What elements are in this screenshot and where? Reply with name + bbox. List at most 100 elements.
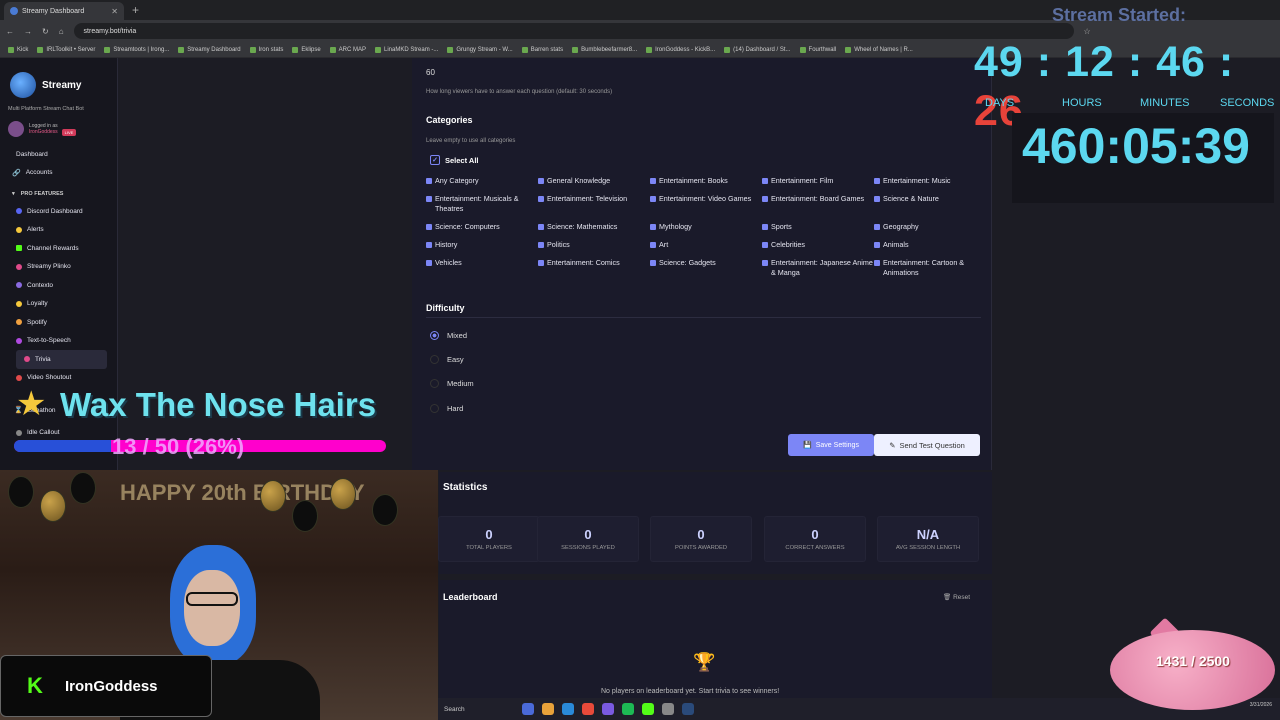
category-checkbox[interactable]: Entertainment: Comics	[538, 258, 650, 278]
bookmark-label: Fourthwall	[808, 46, 837, 53]
gift-icon	[16, 245, 22, 252]
select-all-checkbox[interactable]: ✓ Select All	[430, 155, 479, 165]
difficulty-radio-hard[interactable]: Hard	[430, 404, 463, 413]
category-checkbox[interactable]: Entertainment: Video Games	[650, 194, 762, 214]
category-checkbox[interactable]: Celebrities	[762, 240, 874, 250]
bookmark[interactable]: Streamtoots | Irong...	[104, 46, 169, 53]
taskbar-search[interactable]: Search	[444, 706, 514, 713]
checkbox-checked-icon	[650, 242, 656, 248]
category-checkbox[interactable]: Entertainment: Books	[650, 176, 762, 186]
reset-button[interactable]: 🗑 Reset	[943, 593, 970, 601]
category-checkbox[interactable]: Entertainment: Music	[874, 176, 986, 186]
sidebar-item-alerts[interactable]: Alerts	[0, 221, 117, 240]
sidebar-item-discord[interactable]: Discord Dashboard	[0, 202, 117, 221]
bookmark[interactable]: Bumblebeefarmer8...	[572, 46, 637, 53]
category-checkbox[interactable]: Politics	[538, 240, 650, 250]
pro-features-header[interactable]: ▾ PRO FEATURES	[0, 186, 117, 202]
category-checkbox[interactable]: Entertainment: Cartoon & Animations	[874, 258, 986, 278]
category-checkbox[interactable]: Mythology	[650, 222, 762, 232]
sidebar-item-tts[interactable]: Text-to-Speech	[0, 332, 117, 351]
steam-icon[interactable]	[682, 703, 694, 715]
tab-title: Streamy Dashboard	[22, 7, 85, 15]
folder-icon[interactable]	[542, 703, 554, 715]
sidebar-item-trivia[interactable]: Trivia	[16, 350, 107, 369]
bookmark[interactable]: Wheel of Names | R...	[845, 46, 913, 53]
difficulty-title: Difficulty	[426, 303, 465, 313]
category-checkbox[interactable]: Entertainment: Japanese Anime & Manga	[762, 258, 874, 278]
kick-taskbar-icon[interactable]	[642, 703, 654, 715]
leaderboard-empty-message: No players on leaderboard yet. Start tri…	[601, 688, 780, 695]
difficulty-radio-medium[interactable]: Medium	[430, 379, 474, 388]
star-icon[interactable]: ☆	[1084, 27, 1091, 36]
file-explorer-icon[interactable]	[522, 703, 534, 715]
browser-tab[interactable]: Streamy Dashboard ✕	[4, 2, 124, 20]
bookmark[interactable]: IRLToolkit • Server	[37, 46, 95, 53]
difficulty-radio-easy[interactable]: Easy	[430, 355, 464, 364]
reload-icon[interactable]: ↻	[42, 27, 49, 36]
category-checkbox[interactable]: Art	[650, 240, 762, 250]
bookmark[interactable]: LinaMKD Stream -...	[375, 46, 438, 53]
bookmark[interactable]: Fourthwall	[799, 46, 837, 53]
category-checkbox[interactable]: Science: Gadgets	[650, 258, 762, 278]
sidebar-item-spotify[interactable]: Spotify	[0, 313, 117, 332]
checkbox-checked-icon	[538, 242, 544, 248]
save-label: Save Settings	[815, 441, 859, 449]
sidebar-item-dashboard[interactable]: Dashboard	[0, 145, 117, 164]
category-checkbox[interactable]: Science & Nature	[874, 194, 986, 214]
edge-icon[interactable]	[562, 703, 574, 715]
brand[interactable]: Streamy	[0, 58, 117, 100]
sidebar-item-accounts[interactable]: 🔗 Accounts	[0, 164, 117, 183]
category-checkbox[interactable]: Geography	[874, 222, 986, 232]
save-settings-button[interactable]: 💾 Save Settings	[788, 434, 874, 456]
difficulty-label: Easy	[447, 355, 464, 364]
category-checkbox[interactable]: Entertainment: Board Games	[762, 194, 874, 214]
glasses	[186, 592, 238, 606]
forward-icon[interactable]: →	[24, 27, 32, 36]
home-icon[interactable]: ⌂	[59, 27, 64, 36]
bookmark[interactable]: Kick	[8, 46, 28, 53]
chrome-icon[interactable]	[582, 703, 594, 715]
send-test-question-button[interactable]: ✎ Send Test Question	[874, 434, 980, 456]
trivia-settings-panel: 60 How long viewers have to answer each …	[412, 58, 992, 470]
category-checkbox[interactable]: Animals	[874, 240, 986, 250]
category-checkbox[interactable]: Entertainment: Musicals & Theatres	[426, 194, 538, 214]
category-checkbox[interactable]: General Knowledge	[538, 176, 650, 186]
discord-taskbar-icon[interactable]	[602, 703, 614, 715]
bookmark[interactable]: (14) Dashboard / St...	[724, 46, 791, 53]
sidebar-item-plinko[interactable]: Streamy Plinko	[0, 258, 117, 277]
sidebar-item-contexto[interactable]: Contexto	[0, 276, 117, 295]
bookmark-label: Wheel of Names | R...	[854, 46, 913, 53]
back-icon[interactable]: ←	[6, 27, 14, 36]
category-checkbox[interactable]: Entertainment: Film	[762, 176, 874, 186]
answer-time-input[interactable]: 60	[426, 68, 435, 77]
category-checkbox[interactable]: History	[426, 240, 538, 250]
bookmark[interactable]: Grungy Stream - W...	[447, 46, 513, 53]
spotify-icon[interactable]	[622, 703, 634, 715]
bookmark-label: Barren stats	[530, 46, 564, 53]
close-tab-icon[interactable]: ✕	[111, 7, 118, 16]
settings-icon[interactable]	[662, 703, 674, 715]
category-checkbox[interactable]: Sports	[762, 222, 874, 232]
streamer-namecard: K IronGoddess	[0, 655, 212, 717]
checkbox-checked-icon	[650, 224, 656, 230]
bookmark[interactable]: Streamy Dashboard	[178, 46, 241, 53]
category-checkbox[interactable]: Science: Computers	[426, 222, 538, 232]
url-field[interactable]: streamy.bot/trivia	[73, 23, 1074, 39]
bookmark[interactable]: ARC MAP	[329, 46, 366, 53]
subathon-timer-box: 460:05:39	[1012, 113, 1274, 203]
category-checkbox[interactable]: Any Category	[426, 176, 538, 186]
category-checkbox[interactable]: Vehicles	[426, 258, 538, 278]
bookmark[interactable]: Eklipse	[292, 46, 321, 53]
sidebar-item-channel-rewards[interactable]: Channel Rewards	[0, 239, 117, 258]
balloon	[8, 476, 34, 508]
balloon	[292, 500, 318, 532]
bookmark[interactable]: IronGoddess - KickB...	[646, 46, 715, 53]
category-checkbox[interactable]: Science: Mathematics	[538, 222, 650, 232]
difficulty-radio-mixed[interactable]: Mixed	[430, 331, 467, 340]
category-checkbox[interactable]: Entertainment: Television	[538, 194, 650, 214]
bookmark[interactable]: Barren stats	[521, 46, 564, 53]
sidebar-item-loyalty[interactable]: Loyalty	[0, 295, 117, 314]
category-label: Science: Computers	[435, 222, 500, 231]
bookmark[interactable]: Iron stats	[249, 46, 283, 53]
new-tab-icon[interactable]: +	[132, 3, 139, 17]
